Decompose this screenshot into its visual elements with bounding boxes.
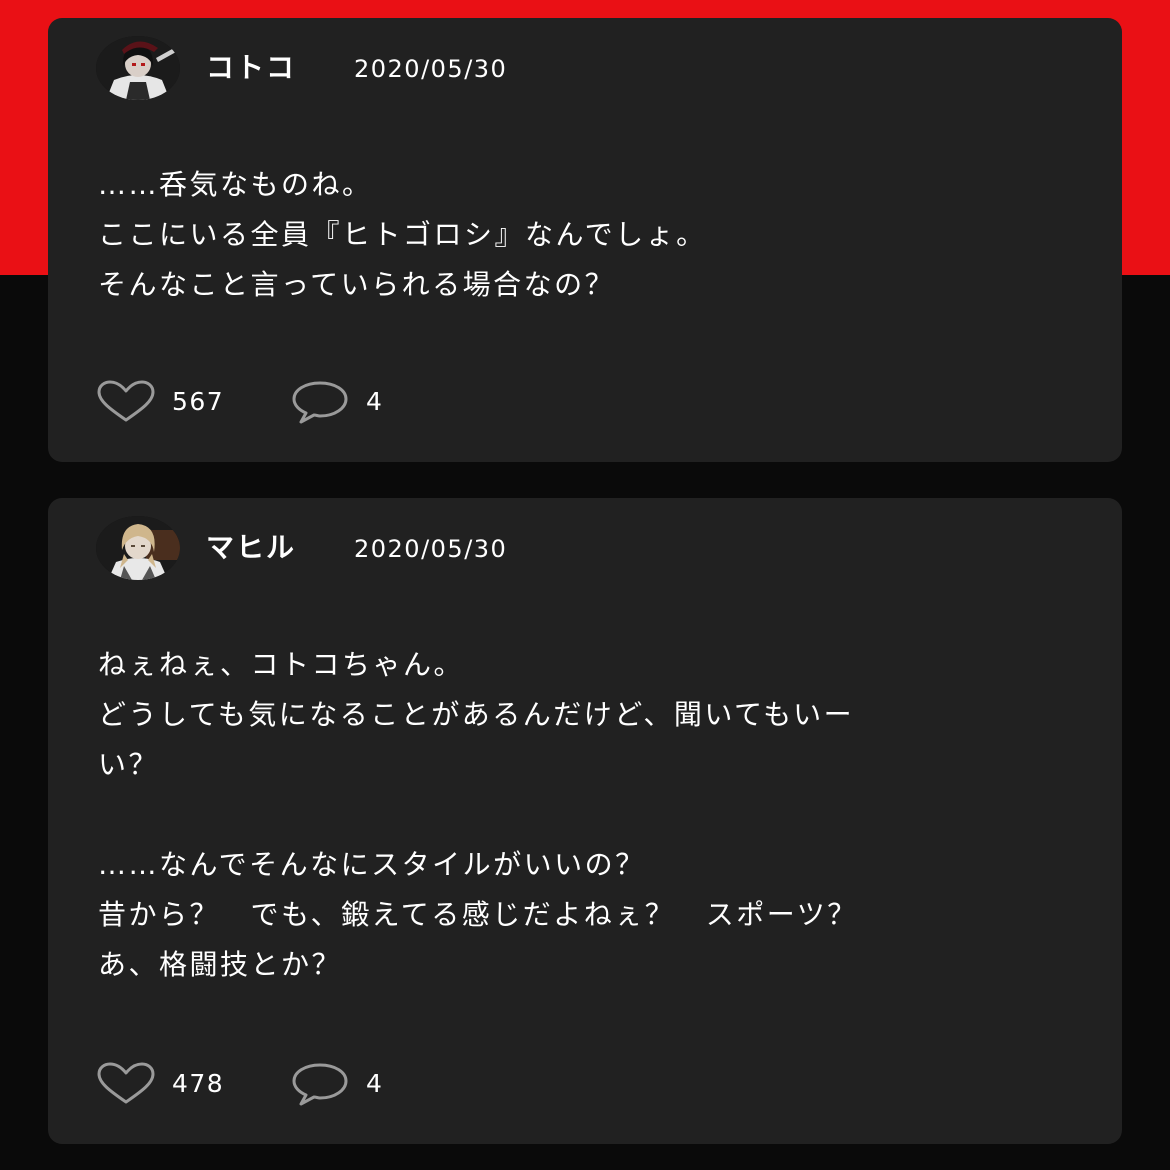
like-count: 478 [172, 1069, 225, 1098]
avatar[interactable] [96, 36, 180, 100]
post-body-line: い？ [98, 748, 160, 781]
comment-bubble-icon[interactable] [290, 1062, 350, 1110]
post-body: ……呑気なものね。 ここにいる全員『ヒトゴロシ』なんでしょ。 そんなこと言ってい… [98, 160, 1058, 310]
post-card: マヒル 2020/05/30 ねぇねぇ、コトコちゃん。 どうしても気になることが… [48, 498, 1122, 1144]
post-body: ねぇねぇ、コトコちゃん。 どうしても気になることがあるんだけど、聞いてもいー い… [98, 640, 1058, 990]
post-body-line: 昔から？ でも、鍛えてる感じだよねぇ？ スポーツ？ [98, 898, 858, 931]
post-card: コトコ 2020/05/30 ……呑気なものね。 ここにいる全員『ヒトゴロシ』な… [48, 18, 1122, 462]
post-date: 2020/05/30 [354, 55, 508, 83]
like-count: 567 [172, 387, 225, 416]
post-body-line: ……なんでそんなにスタイルがいいの？ [98, 848, 646, 881]
heart-icon[interactable] [96, 380, 156, 428]
post-body-line: そんなこと言っていられる場合なの？ [98, 268, 616, 301]
username[interactable]: コトコ [206, 50, 296, 86]
post-body-line: ……呑気なものね。 [98, 168, 373, 201]
post-body-line: ここにいる全員『ヒトゴロシ』なんでしょ。 [98, 218, 707, 251]
post-body-line: あ、格闘技とか？ [98, 948, 343, 981]
comment-bubble-icon[interactable] [290, 380, 350, 428]
comment-count: 4 [366, 1069, 384, 1098]
post-date: 2020/05/30 [354, 535, 508, 563]
heart-icon[interactable] [96, 1062, 156, 1110]
avatar[interactable] [96, 516, 180, 580]
post-body-line: どうしても気になることがあるんだけど、聞いてもいー [98, 698, 855, 731]
post-body-line [98, 790, 1058, 840]
comment-count: 4 [366, 387, 384, 416]
username[interactable]: マヒル [206, 530, 296, 566]
post-body-line: ねぇねぇ、コトコちゃん。 [98, 648, 465, 681]
